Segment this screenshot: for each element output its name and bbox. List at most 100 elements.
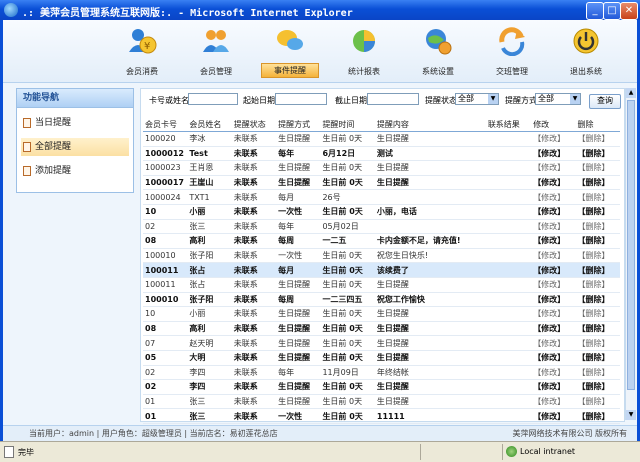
cell-result [485,321,532,337]
delete-link[interactable]: 【删除】 [575,379,620,395]
delete-link[interactable]: 【删除】 [575,306,620,322]
edit-link[interactable]: 【修改】 [531,160,576,176]
cell-name: 小丽 [187,204,232,220]
cell-card: 02 [143,379,188,395]
delete-link[interactable]: 【删除】 [575,335,620,351]
edit-link[interactable]: 【修改】 [531,262,576,278]
table-row: 08 高利 未联系 每周 一二五 卡内金额不足，请充值! 【修改】 【删除】 [143,233,620,249]
edit-link[interactable]: 【修改】 [531,277,576,293]
cell-status: 未联系 [231,379,277,395]
delete-link[interactable]: 【删除】 [575,321,620,337]
delete-link[interactable]: 【删除】 [575,292,620,308]
cell-status: 未联系 [231,335,277,351]
cell-result [485,379,532,395]
delete-link[interactable]: 【删除】 [575,131,620,147]
minimize-button[interactable]: _ [586,2,604,20]
nav-member-management[interactable]: 会员管理 [181,26,251,80]
edit-link[interactable]: 【修改】 [531,131,576,147]
cell-name: 张三 [187,219,232,235]
table-row: 08 高利 未联系 生日提醒 生日前 0天 生日提醒 【修改】 【删除】 [143,321,620,337]
edit-link[interactable]: 【修改】 [531,292,576,308]
edit-link[interactable]: 【修改】 [531,379,576,395]
delete-link[interactable]: 【删除】 [575,277,620,293]
column-header: 修改 [531,117,576,132]
sidebar-item-today-reminders[interactable]: 当日提醒 [21,114,129,132]
scrollbar-thumb[interactable] [627,100,635,390]
scroll-up-arrow-icon[interactable]: ▲ [626,88,636,98]
edit-link[interactable]: 【修改】 [531,175,576,191]
reminder-method-select[interactable]: 全部 ▼ [535,93,581,105]
nav-member-consumption[interactable]: ¥ 会员消费 [107,26,177,80]
start-date-input[interactable] [275,93,327,105]
cell-result [485,248,532,264]
delete-link[interactable]: 【删除】 [575,219,620,235]
reminder-status-label: 提醒状态 [425,96,457,105]
table-row: 1000023 王肖恩 未联系 生日提醒 生日前 0天 生日提醒 【修改】 【删除】 [143,160,620,176]
nav-event-reminder[interactable]: 事件提醒 [255,26,325,80]
cell-status: 未联系 [231,292,277,308]
delete-link[interactable]: 【删除】 [575,175,620,191]
edit-link[interactable]: 【修改】 [531,248,576,264]
delete-link[interactable]: 【删除】 [575,262,620,278]
cell-content: 生日提醒 [374,306,486,322]
nav-system-settings[interactable]: 系统设置 [403,26,473,80]
edit-link[interactable]: 【修改】 [531,219,576,235]
edit-link[interactable]: 【修改】 [531,306,576,322]
close-button[interactable]: ✕ [620,2,638,20]
cell-card: 01 [143,408,188,424]
pie-chart-icon [353,30,375,52]
end-date-input[interactable] [367,93,419,105]
cell-content: 生日提醒 [374,175,486,191]
reminder-status-select[interactable]: 全部 ▼ [455,93,499,105]
edit-link[interactable]: 【修改】 [531,335,576,351]
cell-content: 生日提醒 [374,350,486,366]
cell-status: 未联系 [231,277,277,293]
delete-link[interactable]: 【删除】 [575,233,620,249]
edit-link[interactable]: 【修改】 [531,394,576,410]
nav-label: 退出系统 [570,67,602,76]
sidebar-item-all-reminders[interactable]: 全部提醒 [21,138,129,156]
nav-label: 交班管理 [496,67,528,76]
edit-link[interactable]: 【修改】 [531,350,576,366]
window-title-bar[interactable]: .: 美萍会员管理系统互联网版:. - Microsoft Internet E… [0,0,640,20]
maximize-button[interactable]: □ [603,2,621,20]
delete-link[interactable]: 【删除】 [575,160,620,176]
delete-link[interactable]: 【删除】 [575,248,620,264]
cell-method: 生日提醒 [276,394,321,410]
cell-name: 张占 [187,262,232,278]
delete-link[interactable]: 【删除】 [575,365,620,381]
delete-link[interactable]: 【删除】 [575,146,620,162]
cell-content: 生日提醒 [374,160,486,176]
nav-statistics-reports[interactable]: 统计报表 [329,26,399,80]
nav-shift-management[interactable]: 交班管理 [477,26,547,80]
cell-time: 生日前 0天 [320,175,375,191]
delete-link[interactable]: 【删除】 [575,350,620,366]
sidebar-item-add-reminder[interactable]: 添加提醒 [21,162,129,180]
edit-link[interactable]: 【修改】 [531,189,576,205]
table-row: 1000024 TXT1 未联系 每月 26号 【修改】 【删除】 [143,189,620,205]
sidebar-item-label: 当日提醒 [35,118,72,128]
edit-link[interactable]: 【修改】 [531,321,576,337]
card-or-name-input[interactable] [188,93,238,105]
nav-exit-system[interactable]: 退出系统 [551,26,621,80]
delete-link[interactable]: 【删除】 [575,394,620,410]
cell-method: 生日提醒 [276,379,321,395]
edit-link[interactable]: 【修改】 [531,365,576,381]
vertical-scrollbar[interactable]: ▲ ▼ [625,88,636,420]
edit-link[interactable]: 【修改】 [531,204,576,220]
cell-card: 1000023 [143,160,188,176]
edit-link[interactable]: 【修改】 [531,408,576,424]
edit-link[interactable]: 【修改】 [531,146,576,162]
cell-content [374,219,486,235]
cell-card: 08 [143,233,188,249]
edit-link[interactable]: 【修改】 [531,233,576,249]
delete-link[interactable]: 【删除】 [575,189,620,205]
chat-bubbles-icon [277,30,303,50]
delete-link[interactable]: 【删除】 [575,204,620,220]
cell-content: 生日提醒 [374,335,486,351]
cell-result [485,189,532,205]
delete-link[interactable]: 【删除】 [575,408,620,424]
query-button[interactable]: 查询 [589,94,621,109]
cell-content: 生日提醒 [374,394,486,410]
scroll-down-arrow-icon[interactable]: ▼ [626,410,636,420]
